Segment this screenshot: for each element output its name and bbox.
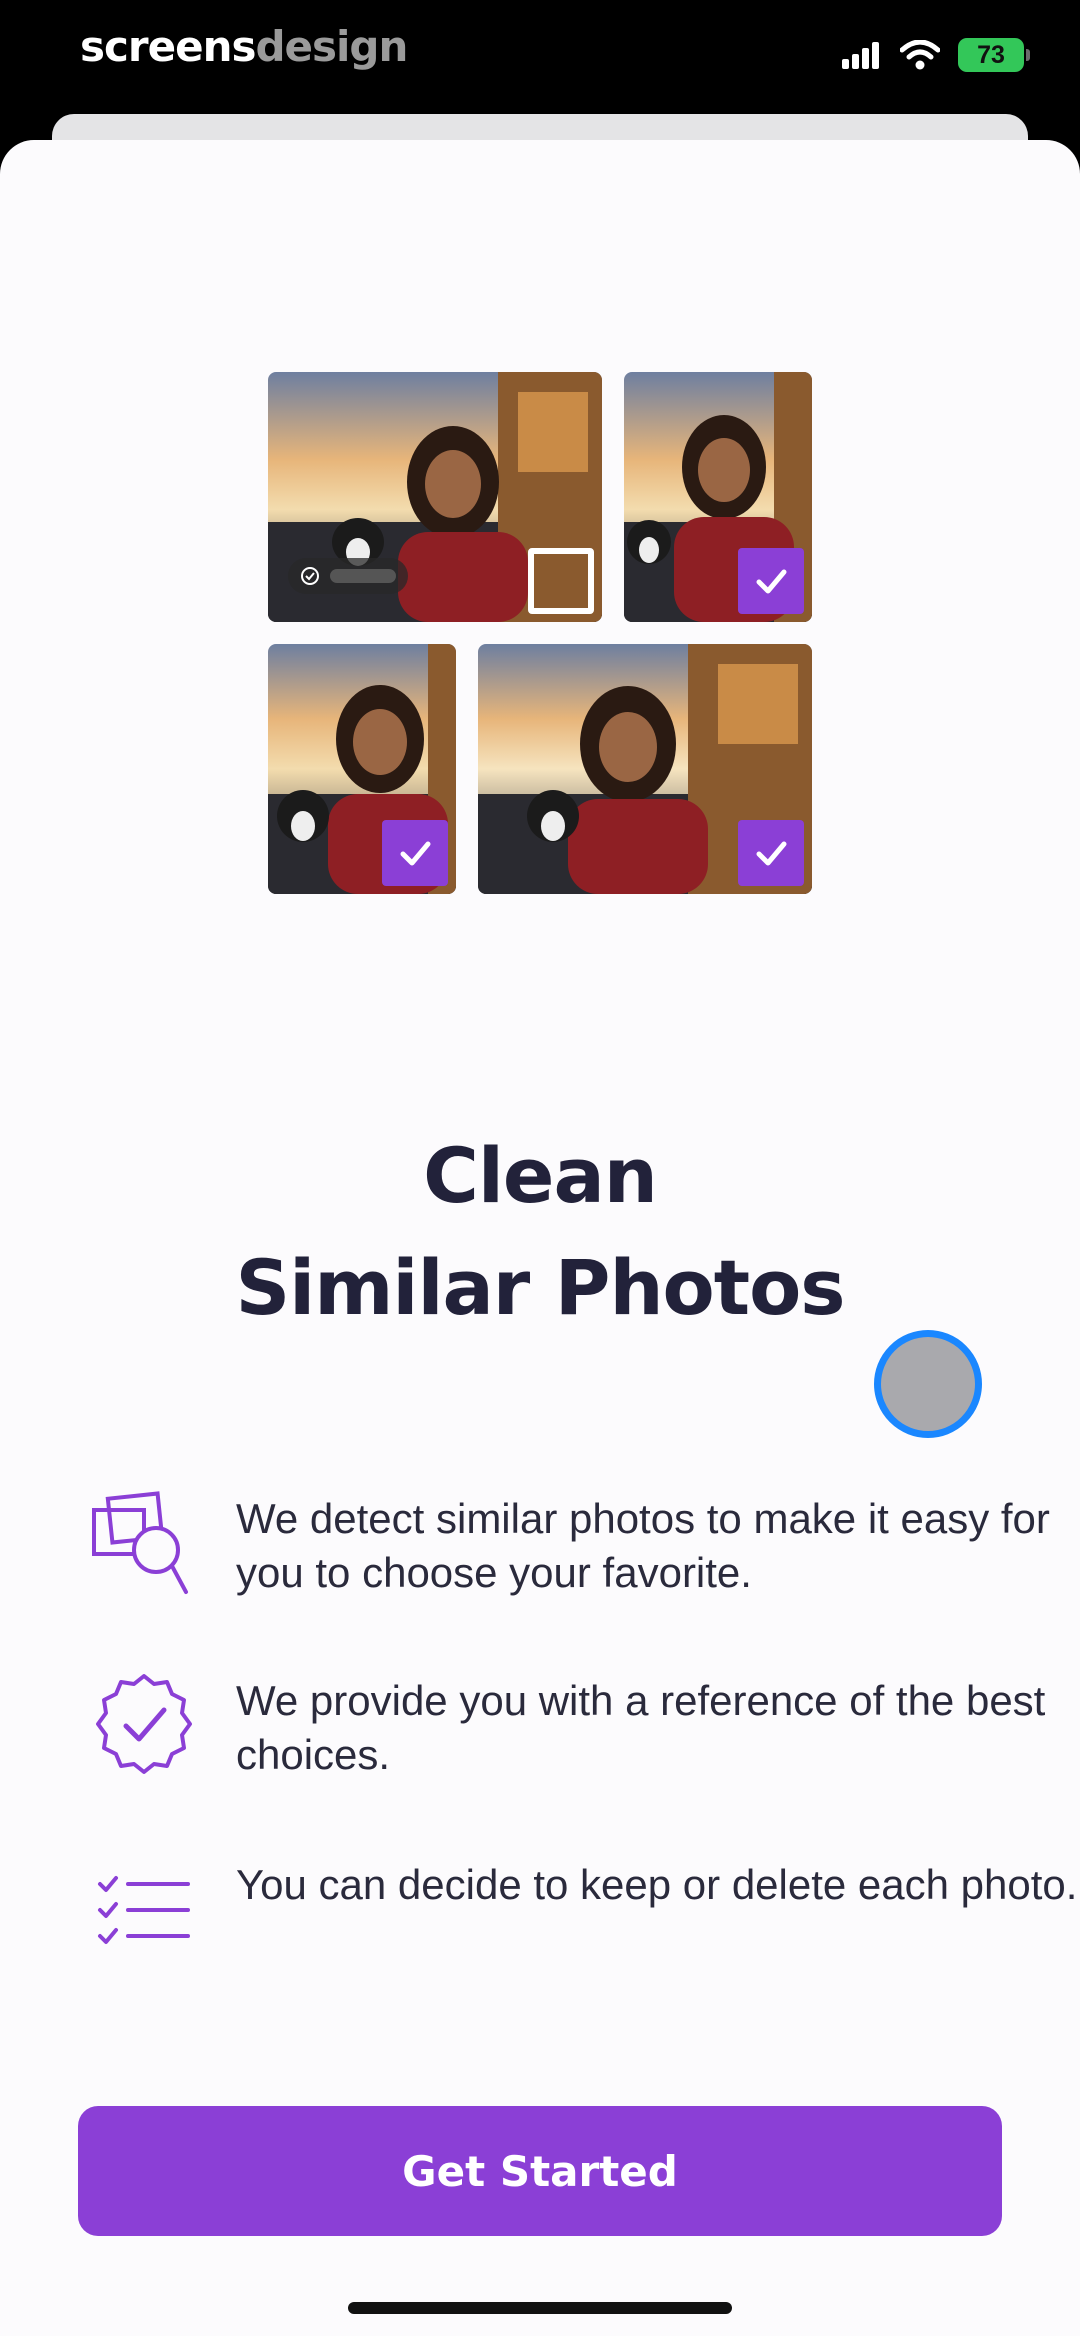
feature-text: You can decide to keep or delete each ph… — [236, 1861, 1078, 1908]
photo-thumbnail-4[interactable] — [478, 644, 812, 894]
badge-placeholder-bar — [330, 569, 396, 583]
verified-badge-icon — [96, 1674, 192, 1774]
app-screen: screensdesign 73 Clean Similar Photos We… — [0, 0, 1080, 2336]
badge-check-icon — [301, 567, 319, 585]
feature-item-decide: You can decide to keep or delete each ph… — [90, 1850, 1077, 1970]
brand-part-1: screens — [80, 22, 256, 71]
feature-item-reference: We provide you with a reference of the b… — [90, 1666, 1045, 1786]
similar-photos-search-icon — [92, 1491, 188, 1594]
checkmark-icon — [756, 569, 787, 594]
status-bar: screensdesign 73 — [0, 0, 1080, 110]
get-started-button[interactable]: Get Started — [78, 2106, 1002, 2236]
selection-checkbox-unchecked[interactable] — [528, 548, 594, 614]
photo-thumbnail-3[interactable] — [268, 644, 456, 894]
best-photo-badge — [288, 558, 408, 594]
photo-thumbnail-2[interactable] — [624, 372, 812, 622]
brand-watermark: screensdesign — [80, 22, 408, 71]
title-line-2: Similar Photos — [235, 1243, 845, 1332]
checklist-icon — [98, 1876, 190, 1944]
photo-thumbnail-1[interactable] — [268, 372, 602, 622]
status-icons: 73 — [842, 38, 1030, 72]
battery-level: 73 — [977, 40, 1005, 69]
title-line-1: Clean — [423, 1131, 658, 1220]
page-title: Clean Similar Photos — [0, 1120, 1080, 1344]
selection-checkbox-checked[interactable] — [738, 820, 804, 886]
battery-icon: 73 — [958, 38, 1030, 72]
selection-checkbox-checked[interactable] — [738, 548, 804, 614]
checkmark-icon — [756, 841, 787, 866]
brand-part-2: design — [255, 22, 408, 71]
home-indicator[interactable] — [348, 2302, 732, 2314]
feature-text: We provide you with a reference of the b… — [236, 1677, 1046, 1778]
wifi-icon — [900, 40, 940, 70]
touch-indicator — [874, 1330, 982, 1438]
selection-checkbox-checked[interactable] — [382, 820, 448, 886]
feature-text: We detect similar photos to make it easy… — [236, 1495, 1050, 1596]
feature-item-detect: We detect similar photos to make it easy… — [90, 1484, 1050, 1604]
checkmark-icon — [400, 841, 431, 866]
cellular-signal-icon — [842, 42, 879, 69]
